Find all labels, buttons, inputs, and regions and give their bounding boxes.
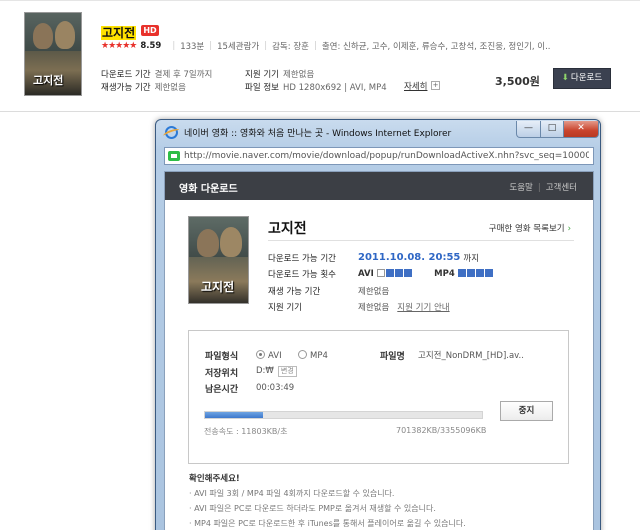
- movie-meta: ★★★★★ 8.59 | 133분 | 15세관람가 | 감독: 장훈 | 출연…: [101, 41, 551, 52]
- radio-selected-icon[interactable]: [256, 350, 265, 359]
- support-link[interactable]: 고객센터: [546, 183, 577, 193]
- popup-title: 영화 다운로드: [179, 184, 238, 195]
- dl-period-date: 2011.10.08. 20:55: [358, 252, 461, 263]
- rating-stars-icon: ★★★★★: [101, 41, 137, 51]
- remaining-time: 00:03:49: [256, 383, 295, 393]
- format-radio-avi[interactable]: AVI: [256, 349, 282, 361]
- filename-value: 고지전_NonDRM_[HD].av..: [418, 351, 524, 361]
- help-link[interactable]: 도움말: [509, 183, 532, 193]
- purchased-list-link[interactable]: 구매한 영화 목록보기 ›: [489, 222, 571, 234]
- ie-logo-icon: [165, 126, 178, 139]
- popup-movie-poster: 고지전: [188, 216, 249, 304]
- maximize-button[interactable]: □: [540, 121, 564, 138]
- ie-popup-window[interactable]: 네이버 영화 :: 영화와 처음 만나는 곳 - Windows Interne…: [155, 119, 601, 530]
- notice-line: · MP4 파일은 PC로 다운로드한 후 iTunes를 통해서 플레이어로 …: [189, 519, 466, 528]
- stop-button[interactable]: 중지: [500, 401, 553, 421]
- chevron-right-icon: ›: [567, 224, 571, 234]
- naver-page-icon: [168, 151, 180, 161]
- notice-line: · AVI 파일 3회 / MP4 파일 4회까지 다운로드할 수 있습니다.: [189, 489, 395, 498]
- count-block-icon: [484, 269, 493, 277]
- save-location: D:₩ 변경: [256, 366, 297, 377]
- close-button[interactable]: ✕: [563, 121, 599, 138]
- transfer-speed: 전송속도 : 11803KB/초: [204, 427, 288, 436]
- run-time: 133분: [180, 42, 205, 52]
- popup-header: 영화 다운로드 도움말 | 고객센터: [165, 172, 593, 200]
- top-divider: [0, 0, 640, 1]
- notice-title: 확인해주세요!: [189, 474, 240, 484]
- download-arrow-icon: ⬇: [561, 73, 569, 83]
- progress-fill: [205, 412, 264, 418]
- detail-link[interactable]: 자세히: [404, 80, 427, 92]
- supported-devices: 지원 기기 제한없음: [245, 70, 315, 80]
- count-block-icon: [457, 269, 466, 277]
- rating-score: 8.59: [140, 41, 162, 51]
- address-url[interactable]: http://movie.naver.com/movie/download/po…: [184, 151, 589, 161]
- format-label: 파일형식: [205, 352, 239, 362]
- save-location-label: 저장위치: [205, 369, 239, 379]
- ie-titlebar[interactable]: 네이버 영화 :: 영화와 처음 만나는 곳 - Windows Interne…: [156, 120, 600, 144]
- remaining-time-label: 남은시간: [205, 385, 239, 395]
- count-block-icon: [385, 269, 394, 277]
- popup-poster-title: 고지전: [201, 280, 235, 294]
- transfer-bytes: 701382KB/3355096KB: [396, 426, 487, 435]
- price: 3,500원: [495, 75, 540, 88]
- change-location-button[interactable]: 변경: [277, 366, 297, 377]
- plus-icon[interactable]: +: [431, 81, 440, 90]
- format-radio-mp4[interactable]: MP4: [298, 349, 328, 361]
- notice-line: · AVI 파일은 PC로 다운로드 하더라도 PMP로 옮겨서 재생할 수 있…: [189, 504, 436, 513]
- radio-icon[interactable]: [298, 350, 307, 359]
- download-button[interactable]: ⬇ 다운로드: [553, 68, 611, 89]
- count-block-icon: [475, 269, 484, 277]
- used-count-icon: [376, 269, 385, 277]
- play-period: 재생가능 기간 제한없음: [101, 83, 186, 93]
- hd-badge: HD: [141, 25, 159, 36]
- listing-divider: [0, 111, 640, 112]
- device-guide-link[interactable]: 지원 기기 안내: [397, 303, 449, 313]
- poster-title: 고지전: [33, 74, 64, 87]
- filename-label: 파일명: [380, 352, 405, 362]
- age-rating: 15세관람가: [217, 42, 260, 52]
- movie-title-link[interactable]: 고지전: [101, 24, 137, 41]
- director: 감독: 장훈: [272, 42, 309, 52]
- file-info: 파일 정보 HD 1280x692 | AVI, MP4: [245, 83, 387, 93]
- minimize-button[interactable]: —: [516, 121, 541, 138]
- count-block-icon: [394, 269, 403, 277]
- address-bar[interactable]: http://movie.naver.com/movie/download/po…: [164, 147, 594, 165]
- download-popup: 영화 다운로드 도움말 | 고객센터 고지전 고지전 구매한 영화 목록보기 › 다운…: [164, 171, 594, 530]
- count-block-icon: [403, 269, 412, 277]
- count-block-icon: [466, 269, 475, 277]
- title-divider: [268, 240, 574, 241]
- download-period: 다운로드 기간 결제 후 7일까지: [101, 70, 213, 80]
- cast: 출연: 신하균, 고수, 이제훈, 류승수, 고창석, 조진웅, 정인기, 이.…: [321, 42, 551, 52]
- download-progress-bar: [204, 411, 483, 419]
- window-title: 네이버 영화 :: 영화와 처음 만나는 곳 - Windows Interne…: [184, 129, 452, 139]
- download-progress-box: 파일형식 AVI MP4 파일명 고지전_NonDRM_[HD].av.. 저장…: [188, 330, 569, 464]
- popup-movie-title: 고지전: [268, 221, 307, 237]
- movie-poster[interactable]: 고지전: [24, 12, 82, 96]
